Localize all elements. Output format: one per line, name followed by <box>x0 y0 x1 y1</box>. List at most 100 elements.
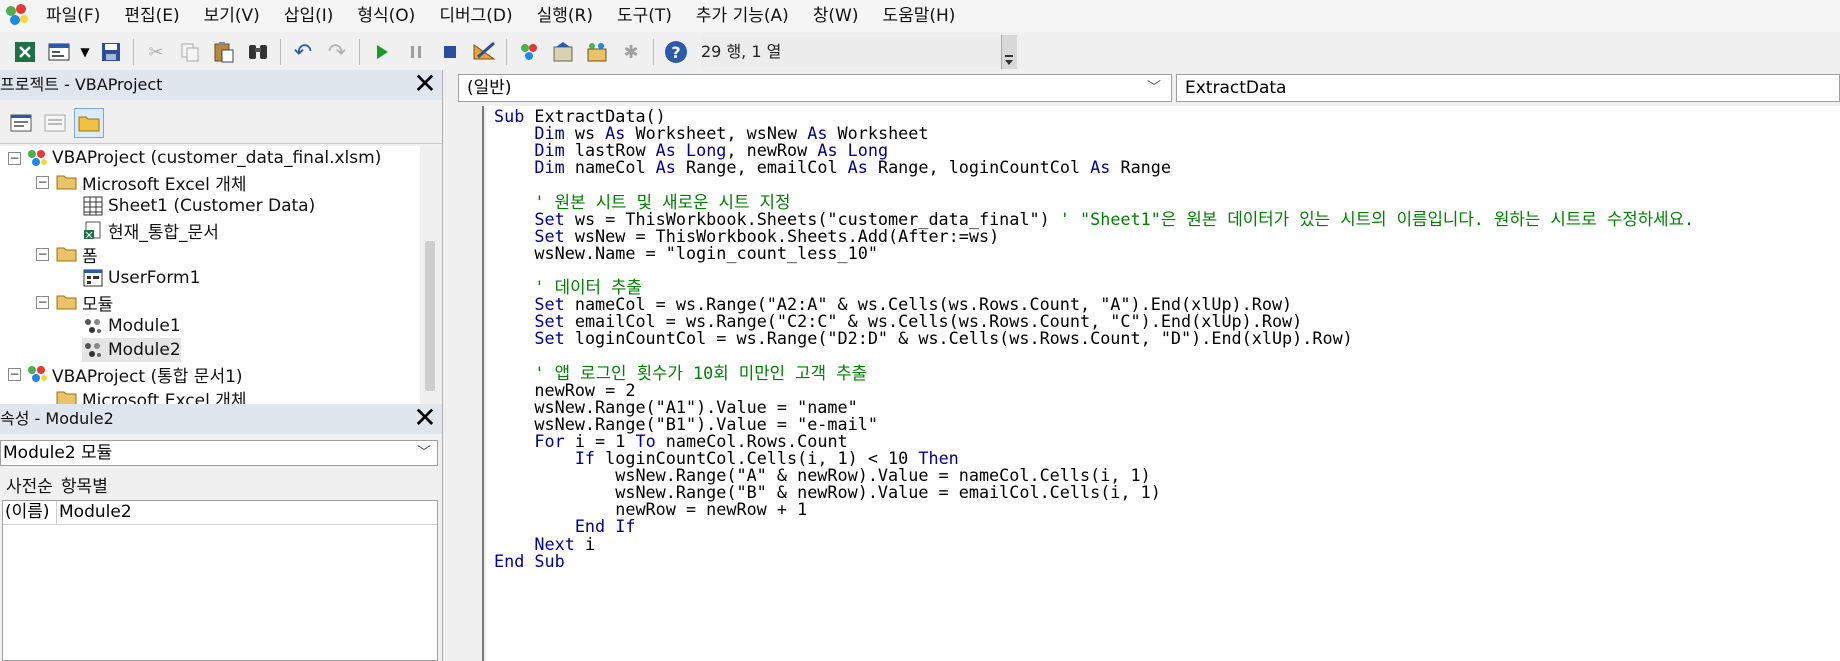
folder-open-icon <box>56 388 78 404</box>
code-text: loginCountCol = ws.Range("D2:D" & ws.Cel… <box>564 328 1353 349</box>
menu-tools[interactable]: 도구(T) <box>605 0 684 32</box>
menu-file[interactable]: 파일(F) <box>34 0 112 32</box>
tree-item-label: Sheet1 (Customer Data) <box>108 196 316 216</box>
chevron-down-icon[interactable]: ▼ <box>78 37 92 67</box>
toggle-folders-icon[interactable] <box>74 107 104 138</box>
design-mode-icon[interactable] <box>469 37 499 67</box>
paste-icon[interactable] <box>209 37 239 67</box>
property-value[interactable]: Module2 <box>57 501 132 524</box>
object-browser-icon[interactable] <box>582 37 612 67</box>
toolbar-separator <box>359 39 360 65</box>
tree-item-userform1[interactable]: UserForm1 <box>82 266 200 290</box>
code-line[interactable]: Dim nameCol As Range, emailCol As Range,… <box>494 157 1171 177</box>
code-keyword: As <box>655 157 676 178</box>
collapse-icon[interactable]: − <box>36 248 49 261</box>
project-explorer-title: 프로젝트 - VBAProject ✕ <box>0 70 442 100</box>
tree-item-vbaproject-main[interactable]: VBAProject (customer_data_final.xlsm) <box>26 146 381 170</box>
toolbar-separator <box>280 39 281 65</box>
menu-help[interactable]: 도움말(H) <box>870 0 967 32</box>
close-icon[interactable]: ✕ <box>412 404 438 432</box>
properties-grid: (이름) Module2 <box>2 500 438 661</box>
tree-item-label: 폼 <box>82 246 98 267</box>
tab-categorized[interactable]: 항목별 <box>61 472 108 497</box>
code-line[interactable]: Set loginCountCol = ws.Range("D2:D" & ws… <box>494 328 1353 349</box>
scrollbar-thumb[interactable] <box>425 241 435 391</box>
help-icon[interactable]: ? <box>661 37 691 67</box>
tree-item-vbaproject-book1[interactable]: VBAProject (통합 문서1) <box>26 362 243 387</box>
tree-item-excel-objects[interactable]: Microsoft Excel 개체 <box>56 170 246 195</box>
view-code-icon[interactable] <box>6 108 36 138</box>
code-keyword: Set <box>534 328 565 349</box>
code-editor[interactable]: Sub ExtractData() Dim ws As Worksheet, w… <box>486 106 1840 661</box>
tab-alphabetic[interactable]: 사전순 <box>6 472 53 497</box>
menu-format[interactable]: 형식(O) <box>345 0 427 32</box>
excel-view-icon[interactable] <box>10 37 40 67</box>
tree-item-thisworkbook[interactable]: 현재_통합_문서 <box>82 218 219 243</box>
pause-icon[interactable] <box>401 37 431 67</box>
code-text: Range, emailCol <box>675 157 848 178</box>
tree-item-excel-objects-2[interactable]: Microsoft Excel 개체 <box>56 386 246 404</box>
tree-item-label: 현재_통합_문서 <box>108 222 219 243</box>
collapse-icon[interactable]: − <box>8 368 21 381</box>
close-icon[interactable]: ✕ <box>412 70 438 98</box>
copy-icon[interactable] <box>175 37 205 67</box>
menu-insert[interactable]: 삽입(I) <box>272 0 346 32</box>
tree-item-module1[interactable]: Module1 <box>82 314 181 338</box>
tree-item-module2[interactable]: Module2 <box>82 338 181 362</box>
collapse-icon[interactable]: − <box>8 152 21 165</box>
toolbar-separator <box>506 39 507 65</box>
menu-addins[interactable]: 추가 기능(A) <box>684 0 801 32</box>
worksheet-icon <box>82 196 104 216</box>
toolbar-overflow-chevron-icon[interactable] <box>1001 35 1017 69</box>
object-combo-box[interactable]: (일반) ﹀ <box>458 74 1172 102</box>
vba-editor-window: 파일(F) 편집(E) 보기(V) 삽입(I) 형식(O) 디버그(D) 실행(… <box>0 0 1840 661</box>
cut-icon[interactable]: ✂ <box>141 37 171 67</box>
standard-toolbar: ▼ ✂ ↶ ↷ ✱ ? 29 행, 1 열 <box>0 34 1840 70</box>
undo-icon[interactable]: ↶ <box>288 37 318 67</box>
view-object-icon[interactable] <box>40 108 70 138</box>
toolbox-icon[interactable]: ✱ <box>616 37 646 67</box>
tree-item-modules[interactable]: 모듈 <box>56 290 113 315</box>
save-icon[interactable] <box>96 37 126 67</box>
tree-item-sheet1[interactable]: Sheet1 (Customer Data) <box>82 194 315 218</box>
run-icon[interactable] <box>367 37 397 67</box>
code-keyword: End Sub <box>494 550 565 571</box>
pane-splitter[interactable] <box>442 70 450 661</box>
collapse-icon[interactable]: − <box>36 296 49 309</box>
menu-window[interactable]: 창(W) <box>801 0 871 32</box>
menu-run[interactable]: 실행(R) <box>525 0 605 32</box>
redo-icon[interactable]: ↷ <box>322 37 352 67</box>
menu-debug[interactable]: 디버그(D) <box>427 0 524 32</box>
property-row[interactable]: (이름) Module2 <box>3 501 437 525</box>
vbaproject-icon <box>26 148 48 168</box>
insert-userform-icon[interactable] <box>44 37 74 67</box>
chevron-down-icon: ﹀ <box>1147 80 1161 96</box>
find-icon[interactable] <box>243 37 273 67</box>
vba-app-icon[interactable] <box>0 0 34 32</box>
tree-scrollbar[interactable] <box>420 146 442 404</box>
code-margin-indicator-bar[interactable] <box>450 106 484 661</box>
properties-window-icon[interactable] <box>548 37 578 67</box>
properties-title: 속성 - Module2 ✕ <box>0 404 442 434</box>
code-line[interactable]: End Sub <box>494 551 565 571</box>
tree-item-label: Module2 <box>108 340 181 360</box>
project-explorer-icon[interactable] <box>514 37 544 67</box>
tree-item-label: UserForm1 <box>108 268 201 288</box>
procedure-combo-box[interactable]: ExtractData <box>1176 74 1840 102</box>
object-combo-value: (일반) <box>467 78 512 98</box>
menu-view[interactable]: 보기(V) <box>192 0 272 32</box>
vbaproject-icon <box>26 364 48 384</box>
workbook-icon <box>82 220 104 240</box>
menu-edit[interactable]: 편집(E) <box>112 0 191 32</box>
tree-item-forms[interactable]: 폼 <box>56 242 98 267</box>
code-line[interactable]: wsNew.Name = "login_count_less_10" <box>494 243 878 263</box>
code-text: wsNew.Name = "login_count_less_10" <box>494 242 878 263</box>
stop-icon[interactable] <box>435 37 465 67</box>
folder-open-icon <box>56 172 78 192</box>
object-select-dropdown[interactable]: Module2 모듈 ﹀ <box>0 440 438 466</box>
toolbar-separator <box>133 39 134 65</box>
folder-open-icon <box>56 244 78 264</box>
code-keyword: As <box>1090 157 1111 178</box>
collapse-icon[interactable]: − <box>36 176 49 189</box>
